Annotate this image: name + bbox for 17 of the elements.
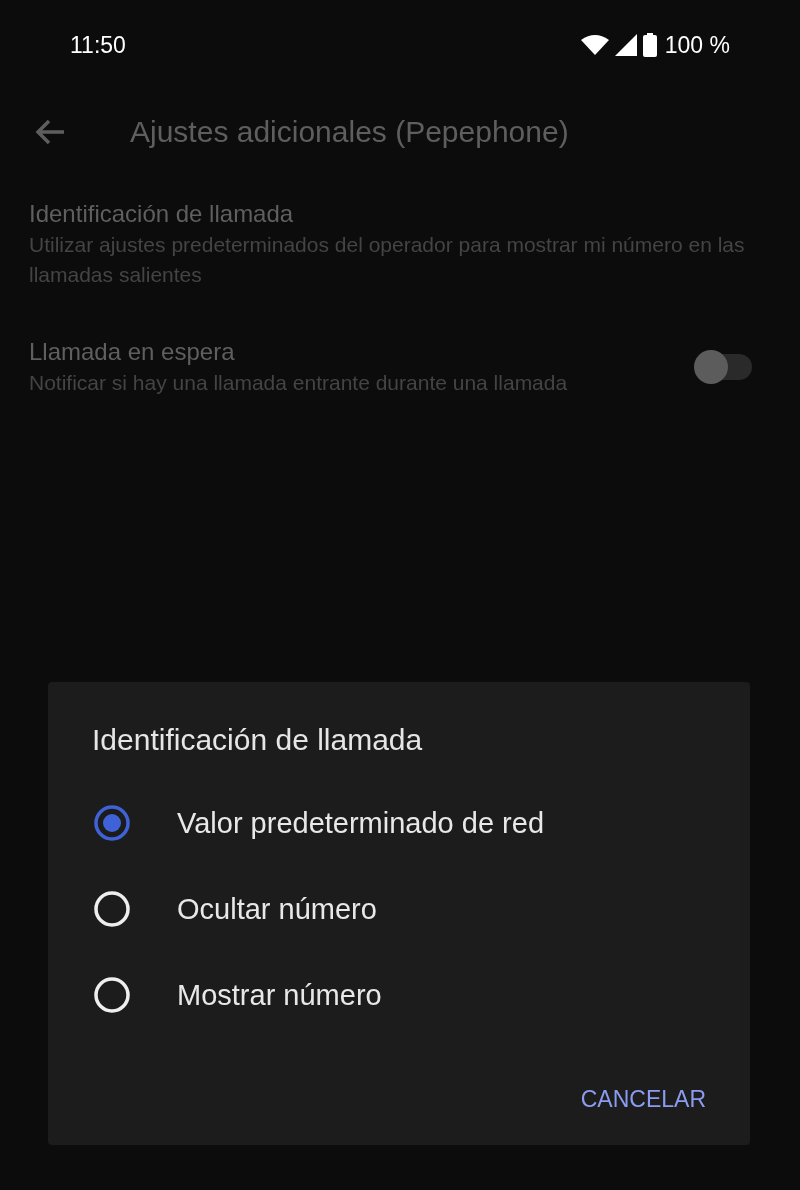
setting-title: Llamada en espera bbox=[29, 337, 236, 367]
cancel-button[interactable]: CANCELAR bbox=[580, 1078, 706, 1121]
battery-percentage: 100 % bbox=[664, 31, 730, 59]
screen-title: Ajustes adicionales (Pepephone) bbox=[130, 115, 569, 149]
option-label[interactable]: Ocultar número bbox=[177, 892, 377, 926]
signal-icon bbox=[614, 34, 637, 56]
status-time: 11:50 bbox=[70, 31, 126, 59]
option-label[interactable]: Valor predeterminado de red bbox=[177, 806, 545, 840]
radio-button[interactable] bbox=[93, 804, 131, 842]
battery-icon bbox=[642, 33, 657, 57]
setting-summary: Utilizar ajustes predeterminados del operador para mostrar mi número en las llamadas salientes bbox=[29, 232, 746, 288]
option-label[interactable]: Mostrar número bbox=[177, 978, 382, 1012]
wifi-icon bbox=[580, 34, 609, 56]
setting-summary: Notificar si hay una llamada entrante durante una llamada bbox=[29, 370, 568, 396]
setting-title: Identificación de llamada bbox=[29, 199, 295, 229]
back-arrow-icon[interactable] bbox=[35, 119, 65, 145]
dialog-title: Identificación de llamada bbox=[92, 722, 424, 758]
